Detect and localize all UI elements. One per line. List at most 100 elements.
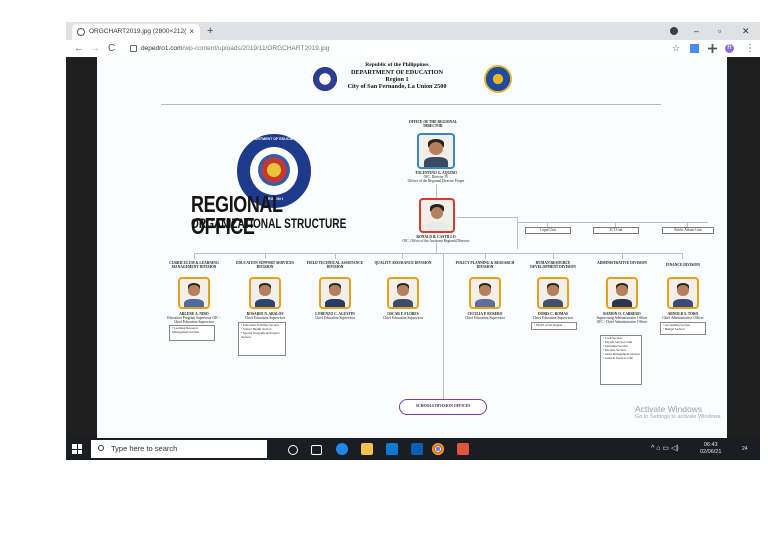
connector-line — [402, 253, 403, 259]
header-line: Republic of the Philippines — [365, 62, 429, 68]
store-icon[interactable] — [411, 443, 423, 455]
connector-line — [553, 253, 554, 259]
division-head-photo — [667, 277, 699, 309]
legal-unit-box: Legal Unit — [525, 227, 571, 234]
tab-title: ORGCHART2019.jpg (2800×212( — [89, 28, 187, 35]
division-head-photo — [387, 277, 419, 309]
section-item: NEAP of the Region — [534, 323, 575, 328]
division-head-photo — [606, 277, 638, 309]
tab-close-icon[interactable]: × — [189, 24, 194, 40]
app-icon[interactable] — [457, 443, 469, 455]
tab-orgchart[interactable]: ORGCHART2019.jpg (2800×212( × — [72, 24, 200, 40]
division-title: FIELD TECHNICAL ASSISTANCE DIVISION — [306, 261, 364, 270]
chrome-icon[interactable] — [432, 443, 444, 455]
account-icon[interactable] — [670, 27, 678, 35]
section-list: NEAP of the Region — [531, 322, 577, 330]
connector-line — [194, 253, 195, 259]
document-header: Republic of the Philippines DEPARTMENT O… — [327, 62, 467, 90]
mail-icon[interactable] — [386, 443, 398, 455]
division-head-role: Chief Education Supervisor — [315, 316, 355, 320]
asst-director-photo — [419, 198, 455, 233]
taskbar-search-box[interactable]: Type here to search — [91, 440, 267, 458]
division-head-role: Chief Education Supervisor — [533, 316, 573, 320]
org-chart-image: Republic of the Philippines DEPARTMENT O… — [97, 57, 727, 438]
file-explorer-icon[interactable] — [361, 443, 373, 455]
header-line: City of San Fernando, La Union 2500 — [347, 83, 447, 90]
section-list: Cash Section Payroll Services Unit Perso… — [600, 335, 642, 385]
minimize-button[interactable]: – — [694, 23, 699, 39]
bookmark-star-icon[interactable]: ☆ — [672, 40, 680, 57]
division-head-photo — [469, 277, 501, 309]
section-item: Special Programs & Projects Section — [241, 331, 284, 340]
header-divider — [161, 104, 661, 105]
public-affairs-unit-box: Public Affairs Unit — [662, 227, 714, 234]
connector-line — [265, 253, 266, 259]
task-view-icon[interactable] — [311, 445, 322, 455]
connector-line — [457, 217, 517, 218]
division-title: CURRICULUM & LEARNING MANAGEMENT DIVISIO… — [169, 261, 219, 270]
director-photo — [417, 133, 455, 169]
activate-windows-title: Activate Windows — [635, 404, 703, 414]
notification-icon[interactable]: 24 — [742, 438, 748, 460]
connector-line — [622, 253, 623, 259]
windows-start-icon[interactable] — [72, 444, 82, 454]
connector-line — [194, 253, 682, 254]
division-head-role: Chief Education Supervisor — [245, 316, 285, 320]
division-title: ADMINISTRATIVE DIVISION — [597, 261, 647, 265]
section-list: Accounting Section Budget Section — [660, 322, 706, 335]
browser-tab-bar: ORGCHART2019.jpg (2800×212( × + – ▫ ✕ — [66, 22, 760, 40]
section-list: Education Facilities Section School Heal… — [238, 322, 286, 356]
connector-line — [485, 253, 486, 259]
division-head-photo — [319, 277, 351, 309]
browser-menu-icon[interactable]: ⋮ — [745, 40, 755, 57]
url-path: /wp-content/uploads/2019/11/ORGCHART2019… — [182, 45, 330, 52]
division-head-photo — [537, 277, 569, 309]
desktop-screen: ORGCHART2019.jpg (2800×212( × + – ▫ ✕ ← … — [66, 22, 760, 460]
extension-icon[interactable] — [690, 44, 699, 53]
clock-time: 06:43 — [703, 442, 718, 448]
reload-button[interactable]: C — [108, 40, 115, 57]
close-window-button[interactable]: ✕ — [742, 23, 750, 39]
connector-line — [682, 253, 683, 259]
connector-line — [436, 184, 437, 198]
section-item: General Services Unit — [603, 356, 640, 361]
section-item: Budget Section — [663, 327, 704, 332]
back-button[interactable]: ← — [74, 40, 84, 57]
cortana-icon[interactable] — [288, 445, 298, 455]
lock-icon — [130, 44, 137, 52]
taskbar-clock[interactable]: 06:43 02/06/21 — [700, 442, 721, 456]
clock-date: 02/06/21 — [700, 449, 722, 455]
forward-button[interactable]: → — [90, 40, 100, 57]
division-head-role: Chief Administrative Officer — [662, 316, 704, 320]
header-line: Region 1 — [385, 76, 409, 83]
restore-button[interactable]: ▫ — [718, 23, 721, 39]
system-tray-icons[interactable]: ^ ⌂ ▭ ◁) — [651, 438, 679, 460]
activate-windows-subtitle: Go to Settings to activate Windows. — [635, 414, 722, 420]
new-tab-button[interactable]: + — [207, 24, 213, 38]
region-seal-icon — [484, 65, 512, 93]
search-icon — [98, 445, 104, 451]
url-domain: depedro1.com — [141, 45, 183, 52]
puzzle-icon[interactable] — [708, 44, 717, 53]
url-field[interactable]: depedro1.com/wp-content/uploads/2019/11/… — [130, 43, 329, 54]
connector-line — [335, 253, 336, 259]
connector-line — [517, 222, 708, 223]
director-role-detail: Officer of the Regional Director Proper — [407, 179, 465, 183]
connector-line — [436, 243, 437, 253]
division-head-role: Education Program Supervisor OIC - Chief… — [167, 316, 221, 325]
globe-icon — [77, 28, 85, 36]
edge-icon[interactable] — [336, 443, 348, 455]
image-viewer: Republic of the Philippines DEPARTMENT O… — [66, 57, 760, 438]
ict-unit-box: ICT Unit — [593, 227, 639, 234]
profile-avatar[interactable]: R — [725, 44, 734, 53]
division-head-role: Supervising Administrative Officer OIC -… — [596, 316, 648, 325]
search-placeholder: Type here to search — [111, 444, 178, 453]
division-head-photo — [249, 277, 281, 309]
connector-line — [443, 253, 444, 399]
header-line: DEPARTMENT OF EDUCATION — [350, 69, 444, 76]
division-title: EDUCATION SUPPORT SERVICES DIVISION — [236, 261, 294, 270]
section-list: Learning Resource Management Section — [169, 325, 215, 341]
division-title: HUMAN RESOURCE DEVELOPMENT DIVISION — [530, 261, 576, 270]
section-item: Learning Resource Management Section — [172, 326, 213, 335]
division-title: POLICY PLANNING & RESEARCH DIVISION — [455, 261, 515, 270]
